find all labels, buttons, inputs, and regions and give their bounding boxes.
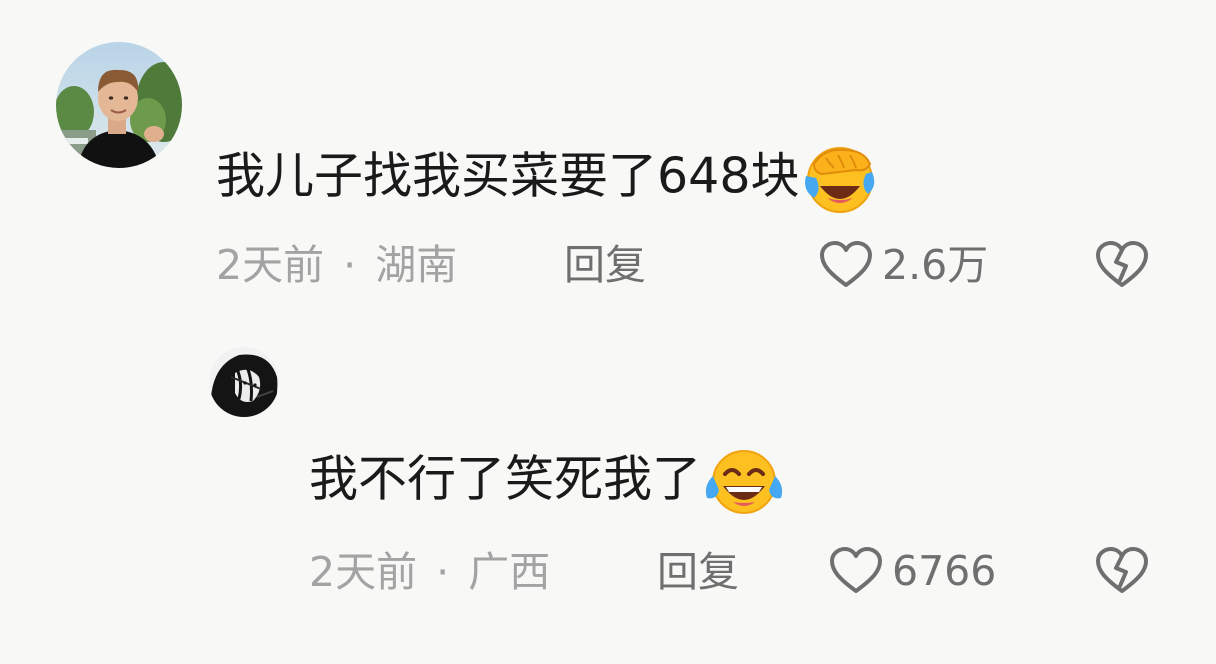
comment-text: 我儿子找我买菜要了648块 xyxy=(216,142,878,216)
reply-button[interactable]: 回复 xyxy=(657,552,739,593)
reply-button[interactable]: 回复 xyxy=(564,245,646,286)
like-button[interactable]: 6766 xyxy=(828,546,996,596)
comment-location: 广西 xyxy=(468,548,551,596)
comment-time: 2天前 xyxy=(309,548,418,596)
broken-heart-icon xyxy=(1094,240,1150,290)
comment-location: 湖南 xyxy=(375,241,458,289)
meta-separator: · xyxy=(436,548,450,596)
comment-meta: 2天前 · 广西 xyxy=(309,552,550,593)
comment-meta: 2天前 · 湖南 xyxy=(216,245,457,286)
meta-separator: · xyxy=(343,241,357,289)
heart-outline-icon xyxy=(818,240,874,290)
broken-heart-icon xyxy=(1094,546,1150,596)
comment-time: 2天前 xyxy=(216,241,325,289)
comment-content: 我不行了笑死我了 xyxy=(309,450,702,508)
like-count: 6766 xyxy=(892,546,997,595)
user-avatar[interactable] xyxy=(56,42,182,168)
heart-outline-icon xyxy=(828,546,884,596)
comment-content: 我儿子找我买菜要了648块 xyxy=(216,147,800,205)
user-avatar[interactable] xyxy=(209,347,279,417)
face-with-tears-of-joy-emoji-icon xyxy=(701,446,787,518)
face-with-hand-over-eyes-emoji-icon xyxy=(800,142,878,216)
like-count: 2.6万 xyxy=(882,240,989,289)
comment-text: 我不行了笑死我了 xyxy=(309,446,787,518)
dislike-button[interactable] xyxy=(1094,546,1150,596)
dislike-button[interactable] xyxy=(1094,240,1150,290)
like-button[interactable]: 2.6万 xyxy=(818,240,988,290)
